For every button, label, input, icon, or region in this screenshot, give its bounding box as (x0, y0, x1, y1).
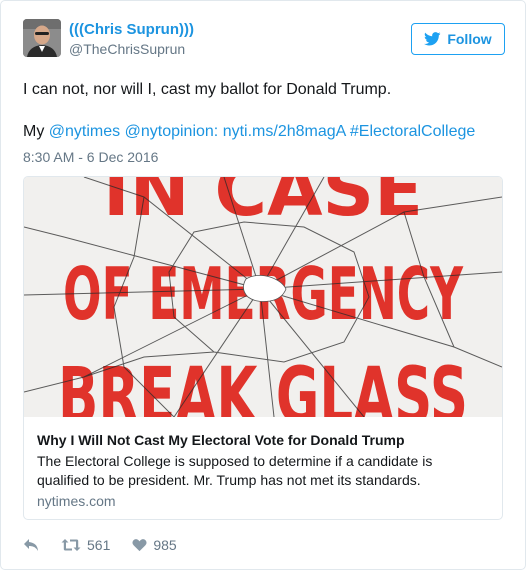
link-card[interactable]: IN CASE OF EMERGENCY BREAK GLASS Why I W… (23, 176, 503, 520)
tweet-text: I can not, nor will I, cast my ballot fo… (23, 79, 503, 142)
reply-button[interactable] (23, 538, 39, 552)
reply-icon (24, 539, 38, 551)
follow-button[interactable]: Follow (411, 23, 505, 55)
author-display-name[interactable]: (((Chris Suprun))) (69, 21, 194, 39)
follow-label: Follow (447, 31, 492, 47)
mention-nytopinion[interactable]: @nytopinion: (125, 123, 219, 140)
card-domain: nytimes.com (37, 493, 116, 509)
tweet-actions: 561 985 (23, 535, 199, 555)
tweet-timestamp[interactable]: 8:30 AM - 6 Dec 2016 (23, 149, 158, 165)
heart-icon (132, 539, 147, 552)
tweet-link[interactable]: nyti.ms/2h8magA (223, 123, 346, 140)
tweet-text-line1: I can not, nor will I, cast my ballot fo… (23, 81, 392, 98)
tweet-header: (((Chris Suprun))) @TheChrisSuprun Follo… (23, 19, 505, 67)
tweet-text-line2: My @nytimes @nytopinion: nyti.ms/2h8magA… (23, 121, 503, 142)
like-button[interactable]: 985 (132, 537, 177, 553)
retweet-button[interactable]: 561 (61, 537, 110, 553)
retweet-count: 561 (87, 537, 111, 553)
author-handle[interactable]: @TheChrisSuprun (69, 40, 194, 58)
tweet-card: (((Chris Suprun))) @TheChrisSuprun Follo… (0, 0, 526, 570)
poster-text-line3: BREAK GLASS (58, 352, 468, 417)
card-title[interactable]: Why I Will Not Cast My Electoral Vote fo… (37, 431, 492, 449)
author-names: (((Chris Suprun))) @TheChrisSuprun (69, 21, 194, 58)
like-count: 985 (153, 537, 177, 553)
retweet-icon (61, 539, 81, 551)
hashtag-electoralcollege[interactable]: #ElectoralCollege (350, 123, 475, 140)
mention-nytimes[interactable]: @nytimes (49, 123, 120, 140)
twitter-bird-icon (424, 32, 441, 46)
card-description: The Electoral College is supposed to det… (37, 453, 433, 488)
poster-image: IN CASE OF EMERGENCY BREAK GLASS (24, 177, 502, 417)
card-image[interactable]: IN CASE OF EMERGENCY BREAK GLASS (24, 177, 502, 417)
avatar[interactable] (23, 19, 61, 57)
tweet-text-prefix: My (23, 123, 45, 140)
